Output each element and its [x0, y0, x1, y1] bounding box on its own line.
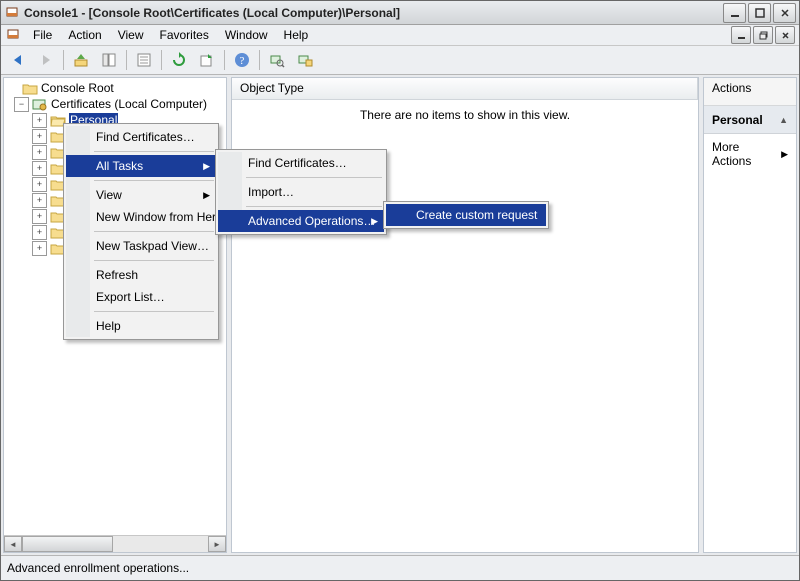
tree-expander[interactable]: −: [14, 97, 29, 112]
list-header: Object Type: [232, 78, 698, 100]
minimize-button[interactable]: [723, 3, 746, 23]
toolbar-separator: [161, 50, 162, 70]
menu-help[interactable]: Help: [276, 26, 317, 44]
show-hide-button[interactable]: [96, 47, 122, 73]
collapse-icon: ▲: [779, 115, 788, 125]
tree-expander[interactable]: +: [32, 145, 47, 160]
tree-expander[interactable]: +: [32, 113, 47, 128]
menu-favorites[interactable]: Favorites: [152, 26, 217, 44]
tree-expander[interactable]: +: [32, 193, 47, 208]
actions-section[interactable]: Personal ▲: [704, 106, 796, 134]
tree-expander: [6, 82, 19, 95]
tree-certs[interactable]: − Certificates (Local Computer): [6, 96, 226, 112]
mmc-window: Console1 - [Console Root\Certificates (L…: [0, 0, 800, 581]
menu-view[interactable]: View: [110, 26, 152, 44]
ctx-export-list[interactable]: Export List…: [66, 286, 216, 308]
menu-bar: File Action View Favorites Window Help: [1, 25, 799, 46]
ctx-find-certificates[interactable]: Find Certificates…: [66, 126, 216, 148]
actions-pane: Actions Personal ▲ More Actions ▶: [703, 77, 797, 553]
ctx-all-tasks[interactable]: All Tasks▶: [66, 155, 216, 177]
help-button[interactable]: ?: [229, 47, 255, 73]
menu-separator: [246, 177, 382, 178]
tree-root[interactable]: Console Root: [6, 80, 226, 96]
column-object-type[interactable]: Object Type: [232, 78, 698, 99]
menu-separator: [94, 311, 214, 312]
more-actions-link[interactable]: More Actions ▶: [704, 134, 796, 174]
tree-expander[interactable]: +: [32, 225, 47, 240]
menu-separator: [246, 206, 382, 207]
cert-store-button[interactable]: [292, 47, 318, 73]
advanced-operations-submenu: Create custom request: [383, 201, 549, 229]
tree-expander[interactable]: +: [32, 241, 47, 256]
empty-message: There are no items to show in this view.: [360, 108, 570, 122]
submenu-arrow-icon: ▶: [203, 161, 210, 172]
mdi-restore-button[interactable]: [753, 26, 773, 44]
ctx2-import[interactable]: Import…: [218, 181, 384, 203]
scroll-left-button[interactable]: ◄: [4, 536, 22, 552]
all-tasks-submenu: Find Certificates… Import… Advanced Oper…: [215, 149, 387, 235]
status-bar: Advanced enrollment operations...: [1, 555, 799, 580]
ctx-refresh[interactable]: Refresh: [66, 264, 216, 286]
submenu-arrow-icon: ▶: [371, 216, 378, 227]
ctx-help[interactable]: Help: [66, 315, 216, 337]
mdi-minimize-button[interactable]: [731, 26, 751, 44]
cert-icon: [32, 98, 48, 111]
toolbar-separator: [126, 50, 127, 70]
tree-label: Certificates (Local Computer): [51, 97, 207, 111]
ctx3-create-custom-request[interactable]: Create custom request: [386, 204, 546, 226]
menu-file[interactable]: File: [25, 26, 60, 44]
refresh-button[interactable]: [166, 47, 192, 73]
menu-separator: [94, 180, 214, 181]
menu-separator: [94, 151, 214, 152]
window-buttons: [723, 3, 796, 23]
tree-expander[interactable]: +: [32, 161, 47, 176]
ctx2-find-certificates[interactable]: Find Certificates…: [218, 152, 384, 174]
toolbar-separator: [259, 50, 260, 70]
status-text: Advanced enrollment operations...: [7, 561, 189, 575]
tree-expander[interactable]: +: [32, 209, 47, 224]
submenu-arrow-icon: ▶: [781, 149, 788, 160]
actions-section-label: Personal: [712, 113, 763, 127]
toolbar-separator: [63, 50, 64, 70]
close-button[interactable]: [773, 3, 796, 23]
tree-expander[interactable]: +: [32, 177, 47, 192]
actions-title: Actions: [704, 78, 796, 106]
app-icon: [4, 5, 20, 21]
submenu-arrow-icon: ▶: [203, 190, 210, 201]
menu-window[interactable]: Window: [217, 26, 276, 44]
mdi-window-buttons: [731, 26, 795, 44]
find-cert-button[interactable]: [264, 47, 290, 73]
tree-label: Console Root: [41, 81, 114, 95]
properties-button[interactable]: [131, 47, 157, 73]
ctx-new-taskpad[interactable]: New Taskpad View…: [66, 235, 216, 257]
menu-separator: [94, 260, 214, 261]
menu-action[interactable]: Action: [60, 26, 109, 44]
tree-expander[interactable]: +: [32, 129, 47, 144]
ctx-new-window[interactable]: New Window from Here: [66, 206, 216, 228]
more-actions-label: More Actions: [712, 140, 781, 168]
title-bar: Console1 - [Console Root\Certificates (L…: [1, 1, 799, 25]
back-button[interactable]: [5, 47, 31, 73]
doc-icon: [5, 27, 21, 43]
folder-icon: [22, 82, 38, 95]
export-button[interactable]: [194, 47, 220, 73]
menu-separator: [94, 231, 214, 232]
forward-button[interactable]: [33, 47, 59, 73]
tree-horizontal-scrollbar[interactable]: ◄ ►: [4, 535, 226, 552]
maximize-button[interactable]: [748, 3, 771, 23]
scroll-right-button[interactable]: ►: [208, 536, 226, 552]
scroll-thumb[interactable]: [22, 536, 113, 552]
toolbar: ?: [1, 46, 799, 75]
ctx-view[interactable]: View▶: [66, 184, 216, 206]
window-title: Console1 - [Console Root\Certificates (L…: [24, 6, 723, 20]
ctx2-advanced-operations[interactable]: Advanced Operations…▶: [218, 210, 384, 232]
mdi-close-button[interactable]: [775, 26, 795, 44]
toolbar-separator: [224, 50, 225, 70]
up-button[interactable]: [68, 47, 94, 73]
svg-text:?: ?: [240, 55, 245, 67]
context-menu: Find Certificates… All Tasks▶ View▶ New …: [63, 123, 219, 340]
